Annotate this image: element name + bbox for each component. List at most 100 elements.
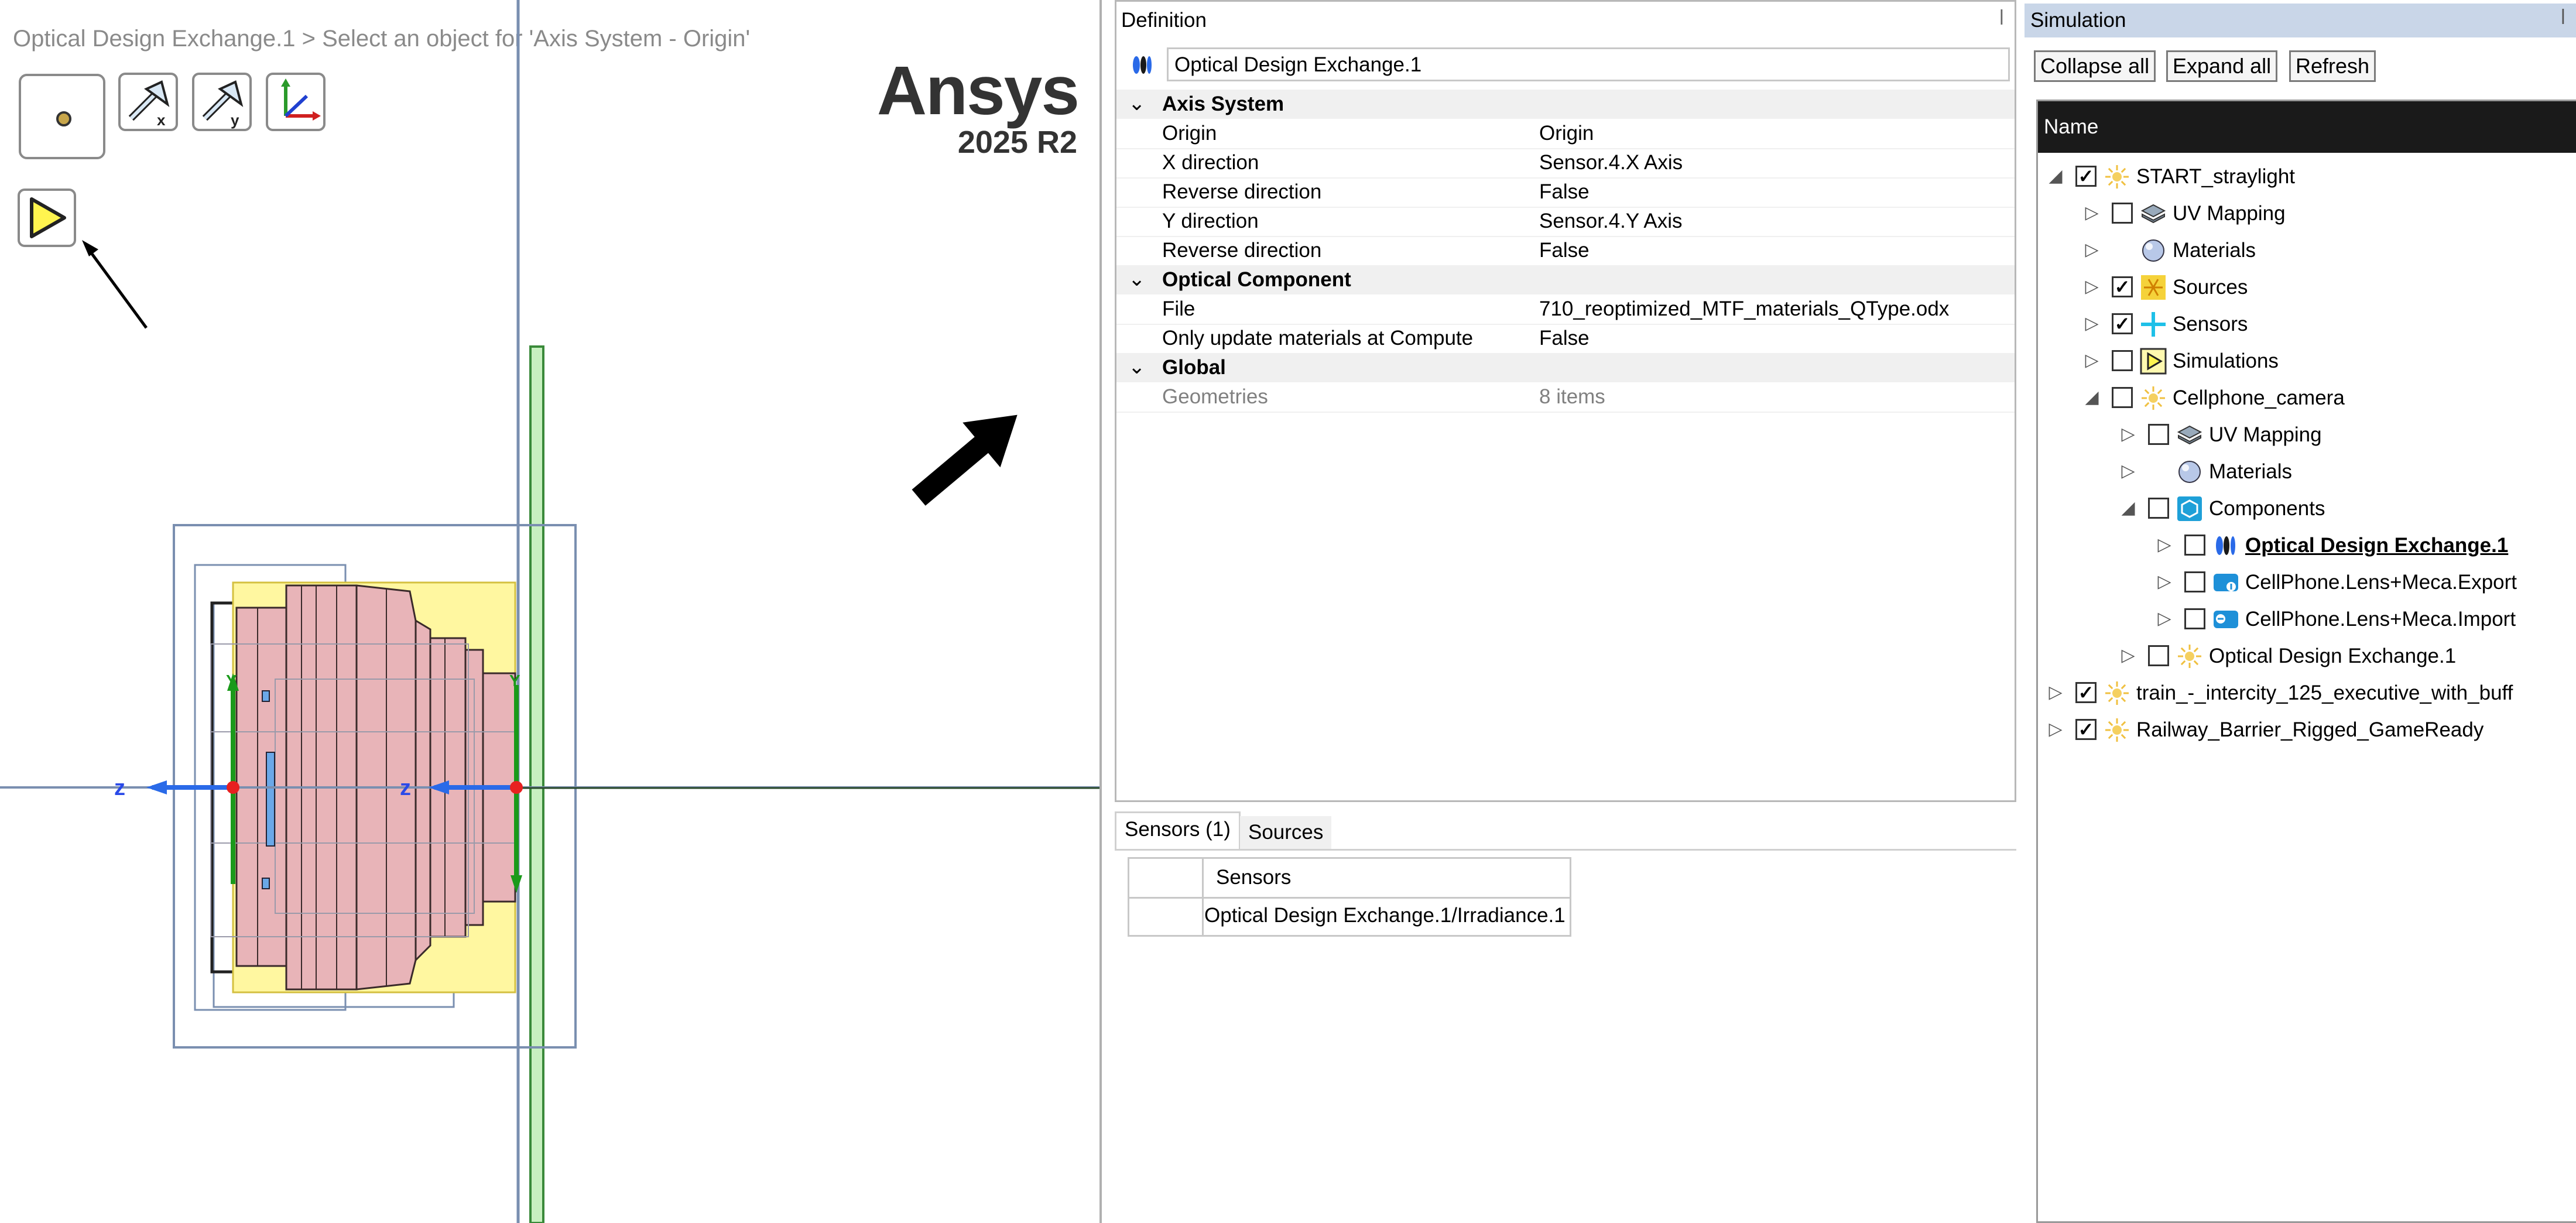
property-row[interactable]: X direction Sensor.4.X Axis xyxy=(1116,148,2015,179)
simulation-play-icon xyxy=(2140,348,2167,375)
property-row[interactable]: Y direction Sensor.4.Y Axis xyxy=(1116,207,2015,237)
tree-item[interactable]: ◢ Components xyxy=(2038,491,2576,527)
simulation-panel: Simulation ꟾ Collapse all Expand all Ref… xyxy=(2025,0,2576,1223)
property-row[interactable]: Reverse direction False xyxy=(1116,236,2015,266)
expand-all-button[interactable]: Expand all xyxy=(2166,50,2278,82)
property-name: X direction xyxy=(1162,151,1259,174)
collapsed-arrow-icon[interactable]: ▷ xyxy=(2081,276,2102,297)
property-value[interactable]: Sensor.4.X Axis xyxy=(1539,150,1683,176)
collapsed-arrow-icon[interactable]: ▷ xyxy=(2081,239,2102,261)
tree-header[interactable]: Name xyxy=(2038,101,2576,153)
expanded-arrow-icon[interactable]: ◢ xyxy=(2045,166,2066,187)
property-row[interactable]: Only update materials at Compute False xyxy=(1116,324,2015,354)
axis-label-y1: Y xyxy=(226,672,237,690)
collapsed-arrow-icon[interactable]: ▷ xyxy=(2045,682,2066,703)
pointer-arrowhead xyxy=(82,240,98,256)
property-name: Geometries xyxy=(1162,385,1268,408)
property-row[interactable]: Origin Origin xyxy=(1116,119,2015,149)
collapsed-arrow-icon[interactable]: ▷ xyxy=(2045,719,2066,740)
property-value[interactable]: 710_reoptimized_MTF_materials_QType.odx xyxy=(1539,296,1949,322)
expanded-arrow-icon[interactable]: ◢ xyxy=(2081,387,2102,408)
refresh-button[interactable]: Refresh xyxy=(2289,50,2376,82)
definition-panel: Definition ꟾ Optical Design Exchange.1 ⌄… xyxy=(1115,0,2016,802)
tree-checkbox[interactable] xyxy=(2184,608,2205,629)
tree-item-label: CellPhone.Lens+Meca.Export xyxy=(2245,571,2517,594)
collapsed-arrow-icon[interactable]: ▷ xyxy=(2154,535,2175,556)
tree-checkbox[interactable]: ✓ xyxy=(2075,682,2097,703)
tree-item[interactable]: ▷ Materials xyxy=(2038,454,2576,491)
collapsed-arrow-icon[interactable]: ▷ xyxy=(2154,608,2175,629)
tree-item[interactable]: ▷ ✓ Sources xyxy=(2038,269,2576,306)
row-header-cell[interactable] xyxy=(1129,897,1204,935)
tree-item[interactable]: ▷ Simulations xyxy=(2038,343,2576,380)
scene-3d[interactable]: z z Y Y xyxy=(0,0,1101,1223)
tree-item[interactable]: ▷ ✓ Railway_Barrier_Rigged_GameReady xyxy=(2038,712,2576,749)
sun-icon xyxy=(2105,718,2129,742)
property-value[interactable]: False xyxy=(1539,238,1590,263)
tree-item[interactable]: ▷ ✓ Sensors xyxy=(2038,306,2576,343)
tree-item[interactable]: ▷ UV Mapping xyxy=(2038,196,2576,232)
tree-checkbox[interactable]: ✓ xyxy=(2075,719,2097,740)
section-global[interactable]: ⌄ Global xyxy=(1116,353,2015,382)
expanded-arrow-icon[interactable]: ◢ xyxy=(2118,498,2139,519)
tree-checkbox[interactable] xyxy=(2112,350,2133,371)
property-value[interactable]: False xyxy=(1539,179,1590,205)
row-header-corner xyxy=(1129,859,1204,899)
tree-item[interactable]: ◢ Cellphone_camera xyxy=(2038,380,2576,417)
tree-checkbox[interactable]: ✓ xyxy=(2112,313,2133,334)
tree-item-label: Materials xyxy=(2209,460,2292,483)
collapse-all-button[interactable]: Collapse all xyxy=(2034,50,2156,82)
tree-checkbox[interactable] xyxy=(2148,424,2169,445)
tree-view: Name ◢ ✓ START_straylight ▷ UV Mapping ▷ Mater… xyxy=(2036,100,2576,1223)
tree-checkbox[interactable]: ✓ xyxy=(2075,166,2097,187)
tree-item[interactable]: ▷ CellPhone.Lens+Meca.Export xyxy=(2038,564,2576,601)
sun-icon xyxy=(2105,681,2129,705)
chevron-down-icon[interactable]: ⌄ xyxy=(1128,354,1145,380)
tab-sensors[interactable]: Sensors (1) xyxy=(1115,811,1241,849)
tree-checkbox[interactable]: ✓ xyxy=(2112,276,2133,297)
tree-item[interactable]: ▷ Optical Design Exchange.1 xyxy=(2038,527,2576,564)
property-value[interactable]: Sensor.4.Y Axis xyxy=(1539,208,1683,234)
pin-icon[interactable]: ꟾ xyxy=(1999,6,2004,32)
tree-checkbox[interactable] xyxy=(2148,645,2169,666)
section-title: Axis System xyxy=(1162,93,1284,115)
tree-item[interactable]: ▷ CellPhone.Lens+Meca.Import xyxy=(2038,601,2576,638)
tab-sources[interactable]: Sources xyxy=(1240,816,1332,849)
section-title: Global xyxy=(1162,356,1226,379)
table-row[interactable]: Optical Design Exchange.1/Irradiance.1 xyxy=(1202,897,1571,935)
column-header-sensors[interactable]: Sensors xyxy=(1202,859,1571,899)
tree-checkbox[interactable] xyxy=(2184,571,2205,592)
tree-item[interactable]: ▷ UV Mapping xyxy=(2038,417,2576,454)
tree-item[interactable]: ◢ ✓ START_straylight xyxy=(2038,159,2576,196)
section-axis-system[interactable]: ⌄ Axis System xyxy=(1116,90,2015,119)
collapsed-arrow-icon[interactable]: ▷ xyxy=(2154,571,2175,592)
sun-icon xyxy=(2142,386,2165,410)
tree-item[interactable]: ▷ Materials xyxy=(2038,232,2576,269)
collapsed-arrow-icon[interactable]: ▷ xyxy=(2081,313,2102,334)
tree-item[interactable]: ▷ ✓ train_-_intercity_125_executive_with_b… xyxy=(2038,675,2576,712)
collapsed-arrow-icon[interactable]: ▷ xyxy=(2118,424,2139,445)
chevron-down-icon[interactable]: ⌄ xyxy=(1128,91,1145,117)
tree-item[interactable]: ▷ Optical Design Exchange.1 xyxy=(2038,638,2576,675)
section-optical-component[interactable]: ⌄ Optical Component xyxy=(1116,265,2015,294)
viewport[interactable]: Optical Design Exchange.1 > Select an ob… xyxy=(0,0,1101,1223)
object-name-field[interactable]: Optical Design Exchange.1 xyxy=(1167,47,2010,81)
collapsed-arrow-icon[interactable]: ▷ xyxy=(2118,645,2139,666)
tree-checkbox[interactable] xyxy=(2184,535,2205,556)
property-value[interactable]: False xyxy=(1539,326,1590,351)
collapsed-arrow-icon[interactable]: ▷ xyxy=(2081,350,2102,371)
pin-icon[interactable]: ꟾ xyxy=(2561,6,2565,32)
tree-checkbox[interactable] xyxy=(2112,203,2133,224)
property-row[interactable]: Reverse direction False xyxy=(1116,177,2015,208)
chevron-down-icon[interactable]: ⌄ xyxy=(1128,266,1145,292)
tree-checkbox[interactable] xyxy=(2148,498,2169,519)
components-icon xyxy=(2177,496,2202,521)
collapsed-arrow-icon[interactable]: ▷ xyxy=(2118,461,2139,482)
property-row[interactable]: Geometries 8 items xyxy=(1116,382,2015,413)
axis-label-z2: z xyxy=(400,776,411,800)
collapsed-arrow-icon[interactable]: ▷ xyxy=(2081,203,2102,224)
tree-checkbox[interactable] xyxy=(2112,387,2133,408)
property-row-file[interactable]: File 710_reoptimized_MTF_materials_QType… xyxy=(1116,294,2015,325)
tree-item-label: START_straylight xyxy=(2136,165,2296,188)
property-value[interactable]: Origin xyxy=(1539,121,1594,146)
